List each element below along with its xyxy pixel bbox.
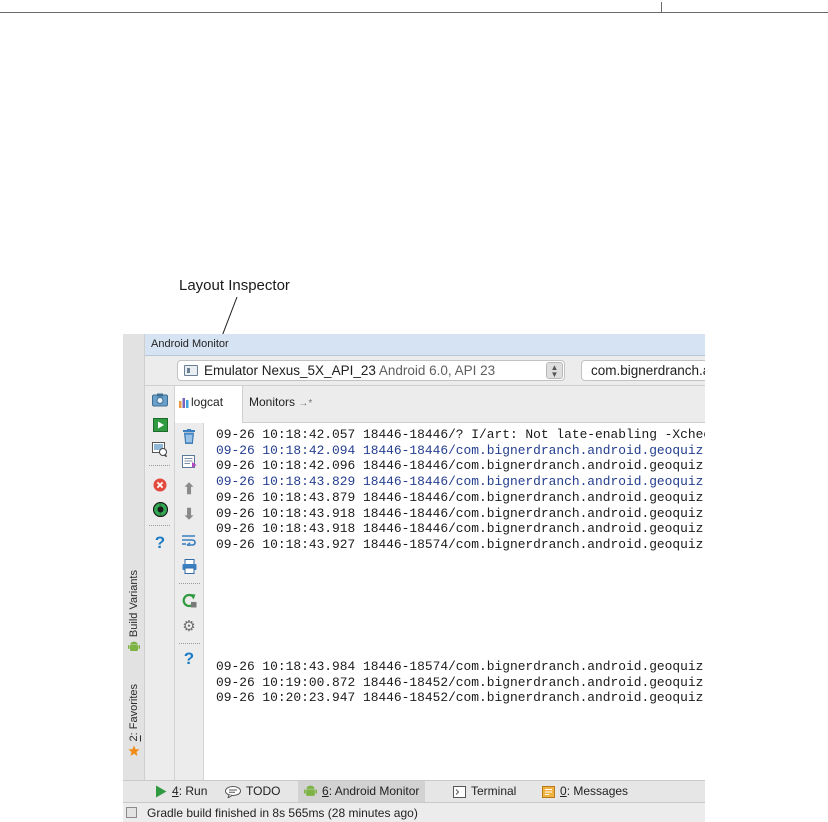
monitor-toolbar: ?	[145, 386, 175, 780]
build-variants-tab[interactable]: Build Variants	[123, 570, 145, 653]
pin-tab-icon[interactable]: →*	[298, 398, 312, 409]
process-dropdown[interactable]: com.bignerdranch.android.geoquiz	[581, 360, 705, 381]
log-lines-bottom: 09-26 10:18:43.984 18446-18574/com.bigne…	[216, 659, 705, 706]
logcat-toolbar: ⬆ ⬇ ⚙ ?	[175, 423, 204, 780]
messages-number: 0	[560, 784, 567, 798]
terminal-icon	[453, 785, 466, 798]
favorites-label: : Favorites	[128, 684, 140, 736]
messages-icon	[542, 785, 555, 798]
gear-icon[interactable]: ⚙	[180, 617, 198, 635]
clear-logcat-icon[interactable]	[180, 427, 198, 445]
run-icon	[156, 785, 167, 798]
monitor-tabs: logcat Monitors →*	[175, 386, 705, 423]
screen-record-icon[interactable]	[151, 416, 169, 434]
build-variants-label: Build Variants	[128, 570, 140, 638]
tab-run[interactable]: 4: Run	[149, 781, 213, 802]
layout-inspector-callout: Layout Inspector	[179, 277, 290, 294]
layout-inspector-icon[interactable]	[151, 500, 169, 518]
arrow-down-icon[interactable]: ⬇	[180, 505, 198, 523]
log-lines-top: 09-26 10:18:42.057 18446-18446/? I/art: …	[216, 427, 705, 553]
tab-messages[interactable]: 0: Messages	[536, 781, 634, 802]
log-line: 09-26 10:18:42.057 18446-18446/? I/art: …	[216, 427, 705, 442]
device-toolbar: Emulator Nexus_5X_API_23 Android 6.0, AP…	[145, 356, 705, 386]
page-rule-tick	[661, 2, 662, 13]
help-icon[interactable]: ?	[151, 533, 169, 552]
android-studio-window: Build Variants 2: Favorites Android Moni…	[123, 334, 705, 822]
logcat-icon	[179, 398, 189, 409]
print-icon[interactable]	[180, 557, 198, 575]
terminate-app-icon[interactable]	[151, 476, 169, 494]
chevron-updown-icon: ▲ ▼	[546, 362, 563, 379]
toolbar-separator	[179, 583, 200, 584]
favorites-tab[interactable]: 2: Favorites	[123, 684, 145, 757]
device-api: Android 6.0, API 23	[378, 363, 496, 378]
logcat-output[interactable]: 09-26 10:18:42.057 18446-18446/? I/art: …	[204, 423, 705, 780]
soft-wrap-icon[interactable]	[180, 531, 198, 549]
android-icon	[128, 641, 140, 652]
toolbar-separator	[149, 525, 170, 526]
tab-logcat-label: logcat	[191, 395, 224, 409]
log-line: 09-26 10:18:43.829 18446-18446/com.bigne…	[216, 474, 704, 490]
monitor-label: : Android Monitor	[328, 784, 420, 798]
tab-todo[interactable]: TODO	[219, 781, 286, 802]
log-line: 09-26 10:18:43.879 18446-18446/com.bigne…	[216, 489, 704, 505]
help-icon[interactable]: ?	[180, 649, 198, 668]
left-tool-strip: Build Variants 2: Favorites	[123, 334, 145, 780]
log-line: 09-26 10:18:43.918 18446-18446/com.bigne…	[216, 521, 704, 537]
log-line: 09-26 10:18:43.927 18446-18574/com.bigne…	[216, 536, 704, 552]
android-monitor-title-bar: Android Monitor	[145, 334, 705, 356]
tab-logcat[interactable]: logcat	[175, 386, 243, 423]
log-line: 09-26 10:19:00.872 18446-18452/com.bigne…	[216, 674, 704, 690]
log-line: 09-26 10:18:43.984 18446-18574/com.bigne…	[216, 659, 704, 674]
tab-monitors-label: Monitors	[249, 395, 296, 409]
log-line: 09-26 10:18:42.094 18446-18446/com.bigne…	[216, 442, 704, 458]
messages-label: : Messages	[566, 784, 629, 798]
device-name: Emulator Nexus_5X_API_23	[204, 363, 379, 378]
tab-monitors[interactable]: Monitors →*	[243, 386, 318, 423]
scroll-to-end-icon[interactable]	[180, 453, 198, 471]
status-message: Gradle build finished in 8s 565ms (28 mi…	[147, 806, 418, 820]
favorites-number: 2	[128, 735, 140, 742]
run-label: : Run	[178, 784, 208, 798]
log-line: 09-26 10:18:43.918 18446-18446/com.bigne…	[216, 505, 704, 521]
arrow-up-icon[interactable]: ⬆	[180, 480, 198, 498]
tool-windows-toggle-icon[interactable]	[126, 807, 137, 818]
restart-icon[interactable]	[180, 591, 198, 609]
device-dropdown[interactable]: Emulator Nexus_5X_API_23 Android 6.0, AP…	[177, 360, 565, 381]
android-icon	[304, 785, 317, 796]
toolbar-separator	[179, 643, 200, 644]
monitor-number: 6	[322, 784, 329, 798]
todo-label: TODO	[246, 784, 281, 798]
device-icon	[184, 365, 198, 376]
log-line: 09-26 10:18:42.096 18446-18446/com.bigne…	[216, 458, 704, 474]
run-number: 4	[172, 784, 179, 798]
log-line: 09-26 10:20:23.947 18446-18452/com.bigne…	[216, 690, 704, 706]
panel-title: Android Monitor	[151, 338, 229, 350]
page-top-rule	[0, 12, 828, 13]
tab-terminal[interactable]: Terminal	[447, 781, 522, 802]
tab-android-monitor[interactable]: 6: Android Monitor	[298, 781, 426, 802]
status-bar: Gradle build finished in 8s 565ms (28 mi…	[123, 802, 705, 822]
screen-capture-icon[interactable]	[151, 391, 169, 409]
system-info-icon[interactable]	[151, 440, 169, 458]
tool-window-bar: 4: Run TODO 6: Android Monitor Terminal …	[123, 780, 705, 802]
terminal-label: Terminal	[471, 784, 517, 798]
toolbar-separator	[149, 465, 170, 466]
star-icon	[128, 745, 140, 757]
todo-icon	[225, 785, 241, 798]
